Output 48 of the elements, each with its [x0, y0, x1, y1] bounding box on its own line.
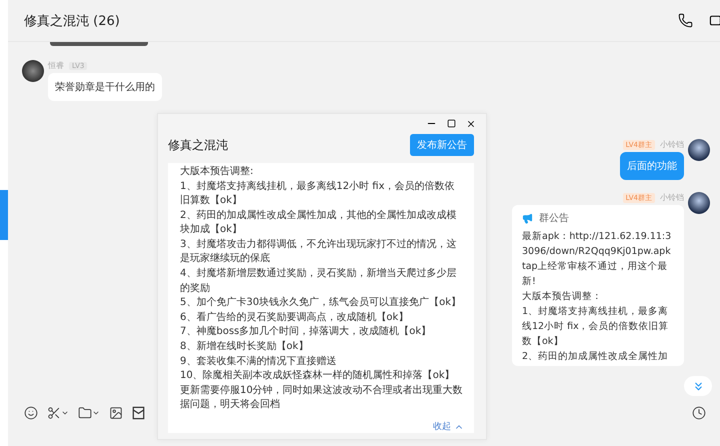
message-bubble: 荣誉勋章是干什么用的: [48, 73, 162, 101]
publish-button[interactable]: 发布新公告: [410, 134, 474, 156]
caret-icon: [61, 409, 69, 417]
megaphone-icon: [522, 212, 533, 224]
envelope-icon: [132, 406, 145, 420]
image-button[interactable]: [109, 406, 123, 420]
announcement-line: tap上经常审核不通过，用这个最新!: [522, 260, 669, 289]
clock-icon: [692, 406, 706, 420]
message-bubble: 后面的功能: [620, 152, 684, 180]
avatar[interactable]: [688, 139, 710, 161]
sender-name: 小铃铛: [660, 192, 684, 203]
announcement-title: 群公告: [539, 212, 569, 225]
announcement-line: 更新需要停服10分钟，同时如果这波改动不合理或者出现重大数据问题，明天将会回档: [180, 384, 464, 412]
emoji-button[interactable]: [24, 406, 38, 420]
announcement-line: 6、看广告给的灵石奖励要调高点，改成随机【ok】: [180, 310, 410, 325]
announcement-line: 3、封魔塔攻击力都得调低，不允许出现玩家打不过的情况，这是玩家继续玩的保底: [180, 238, 458, 266]
avatar[interactable]: [688, 192, 710, 214]
announcement-line: 10、除魔相关副本改成妖怪森林一样的随机属性和掉落【ok】: [180, 369, 456, 384]
announcement-line: 9、套装收集不满的情况下直接赠送: [180, 354, 338, 369]
chat-title: 修真之混沌 (26): [24, 12, 121, 30]
folder-icon: [78, 406, 92, 420]
announcement-line: 2、药田的加成属性改成全属性加: [522, 350, 670, 364]
announcement-line: 2、药田的加成属性改成全属性加成，其他的全属性加成改成模块加成【ok】: [180, 208, 458, 238]
announcement-line: 5、加个免广卡30块钱永久免广，练气会员可以直接免广【ok】: [180, 296, 462, 310]
screenshot-button[interactable]: [47, 406, 69, 420]
smile-icon: [24, 406, 38, 420]
scroll-down-button[interactable]: [684, 376, 712, 396]
close-icon[interactable]: [466, 118, 476, 129]
announcement-line: 1、封魔塔支持离线挂机，最多离线12小时 fix，会员的倍数依旧算数【ok】: [180, 180, 456, 208]
phone-icon[interactable]: [678, 13, 693, 28]
file-button[interactable]: [78, 406, 100, 420]
scissors-icon: [47, 406, 61, 420]
history-button[interactable]: [692, 406, 706, 420]
maximize-icon[interactable]: [447, 119, 456, 128]
sender-name: 恒睿: [48, 60, 64, 71]
avatar[interactable]: [22, 60, 44, 82]
announcement-line: 7、神魔boss多加几个时间，掉落调大，改成随机【ok】: [180, 325, 432, 340]
collapse-link[interactable]: 收起: [433, 420, 464, 433]
announcement-line: 大版本预告调整：: [522, 290, 603, 304]
announcement-line: 1、封魔塔支持离线挂机，最多离线12小时 fix，会员的倍数依旧算数【ok】: [522, 305, 670, 349]
image-icon: [109, 406, 123, 420]
announcement-line: 4、封魔塔新增层数通过奖励，灵石奖励，新增当天爬过多少层的奖励: [180, 267, 458, 296]
sender-name: 小铃铛: [660, 139, 684, 150]
announcement-line: 8、新增在线时长奖励【ok】: [180, 340, 310, 354]
window-title: 修真之混沌: [168, 136, 228, 154]
envelope-button[interactable]: [132, 406, 145, 420]
announcement-line: 大版本预告调整:: [180, 164, 254, 179]
caret-icon: [92, 409, 100, 417]
